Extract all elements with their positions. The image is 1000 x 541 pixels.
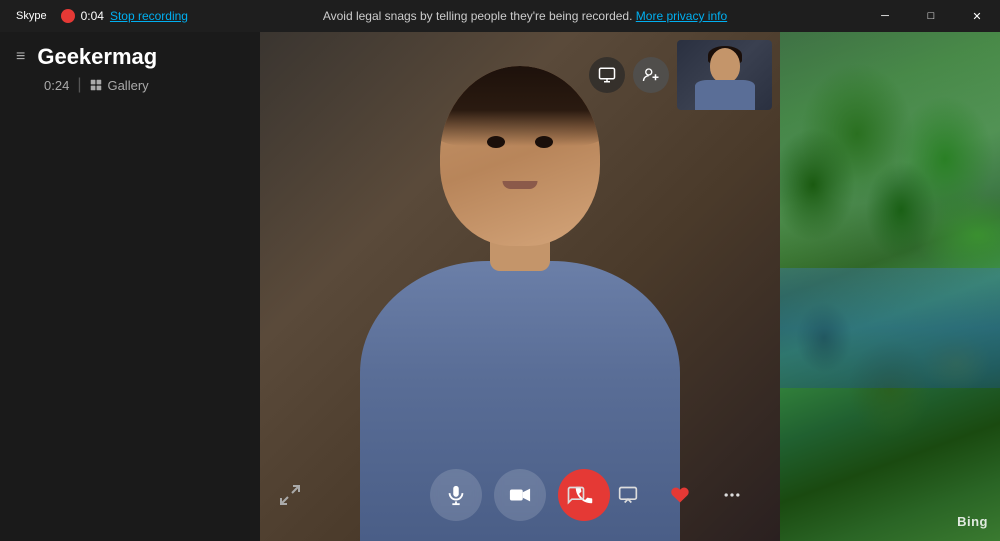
call-controls-bar	[260, 469, 780, 521]
self-video-thumbnail[interactable]	[677, 40, 772, 110]
person-hair	[440, 66, 600, 146]
person-head	[440, 66, 600, 246]
privacy-link[interactable]: More privacy info	[636, 9, 727, 23]
record-indicator	[61, 9, 75, 23]
react-button[interactable]	[662, 477, 698, 513]
main-video	[260, 32, 780, 541]
stop-recording-button[interactable]: Stop recording	[110, 9, 188, 23]
right-eye	[535, 136, 553, 148]
thumb-body	[695, 80, 755, 110]
separator: |	[77, 76, 81, 94]
chat-button[interactable]	[558, 477, 594, 513]
bing-background	[780, 32, 1000, 541]
video-button[interactable]	[494, 469, 546, 521]
gallery-icon	[89, 78, 103, 92]
bing-logo: Bing	[957, 514, 988, 529]
person-mouth	[503, 181, 538, 189]
microphone-icon	[445, 484, 467, 506]
maximize-button[interactable]: □	[908, 0, 954, 32]
add-participant-button[interactable]	[633, 57, 669, 93]
video-top-bar	[589, 40, 772, 110]
contact-name: Geekermag	[37, 44, 157, 70]
heart-icon	[670, 485, 690, 505]
sidebar: ≡ Geekermag 0:24 | Gallery	[0, 32, 260, 541]
left-eye	[487, 136, 505, 148]
thumb-head	[710, 48, 740, 83]
app-title: Skype	[8, 10, 55, 22]
screen-layout-button[interactable]	[589, 57, 625, 93]
bing-wallpaper-area: Bing	[780, 32, 1000, 541]
call-duration: 0:24	[44, 78, 69, 93]
record-time: 0:04	[81, 9, 104, 23]
gallery-label: Gallery	[107, 78, 148, 93]
screen-share-button[interactable]	[610, 477, 646, 513]
close-button[interactable]: ✕	[954, 0, 1000, 32]
controls-right	[558, 477, 750, 513]
chat-icon	[566, 485, 586, 505]
notice-text: Avoid legal snags by telling people they…	[323, 9, 633, 23]
call-info: 0:24 | Gallery	[44, 76, 244, 94]
recording-notice: Avoid legal snags by telling people they…	[188, 9, 862, 23]
gallery-button[interactable]: Gallery	[89, 78, 148, 93]
app-container: ≡ Geekermag 0:24 | Gallery	[0, 32, 1000, 541]
add-participant-icon	[642, 66, 660, 84]
hamburger-icon[interactable]: ≡	[16, 48, 25, 66]
minimize-button[interactable]: ─	[862, 0, 908, 32]
mute-button[interactable]	[430, 469, 482, 521]
titlebar: Skype 0:04 Stop recording Avoid legal sn…	[0, 0, 1000, 32]
video-area	[260, 32, 780, 541]
screen-share-icon	[618, 485, 638, 505]
titlebar-left: Skype 0:04 Stop recording	[0, 9, 188, 23]
water-overlay	[780, 268, 1000, 388]
sidebar-header: ≡ Geekermag	[16, 44, 244, 70]
more-options-button[interactable]	[714, 477, 750, 513]
video-camera-icon	[509, 484, 531, 506]
window-controls: ─ □ ✕	[862, 0, 1000, 32]
screen-layout-icon	[598, 66, 616, 84]
more-icon	[722, 485, 742, 505]
person-eyes	[487, 136, 553, 148]
